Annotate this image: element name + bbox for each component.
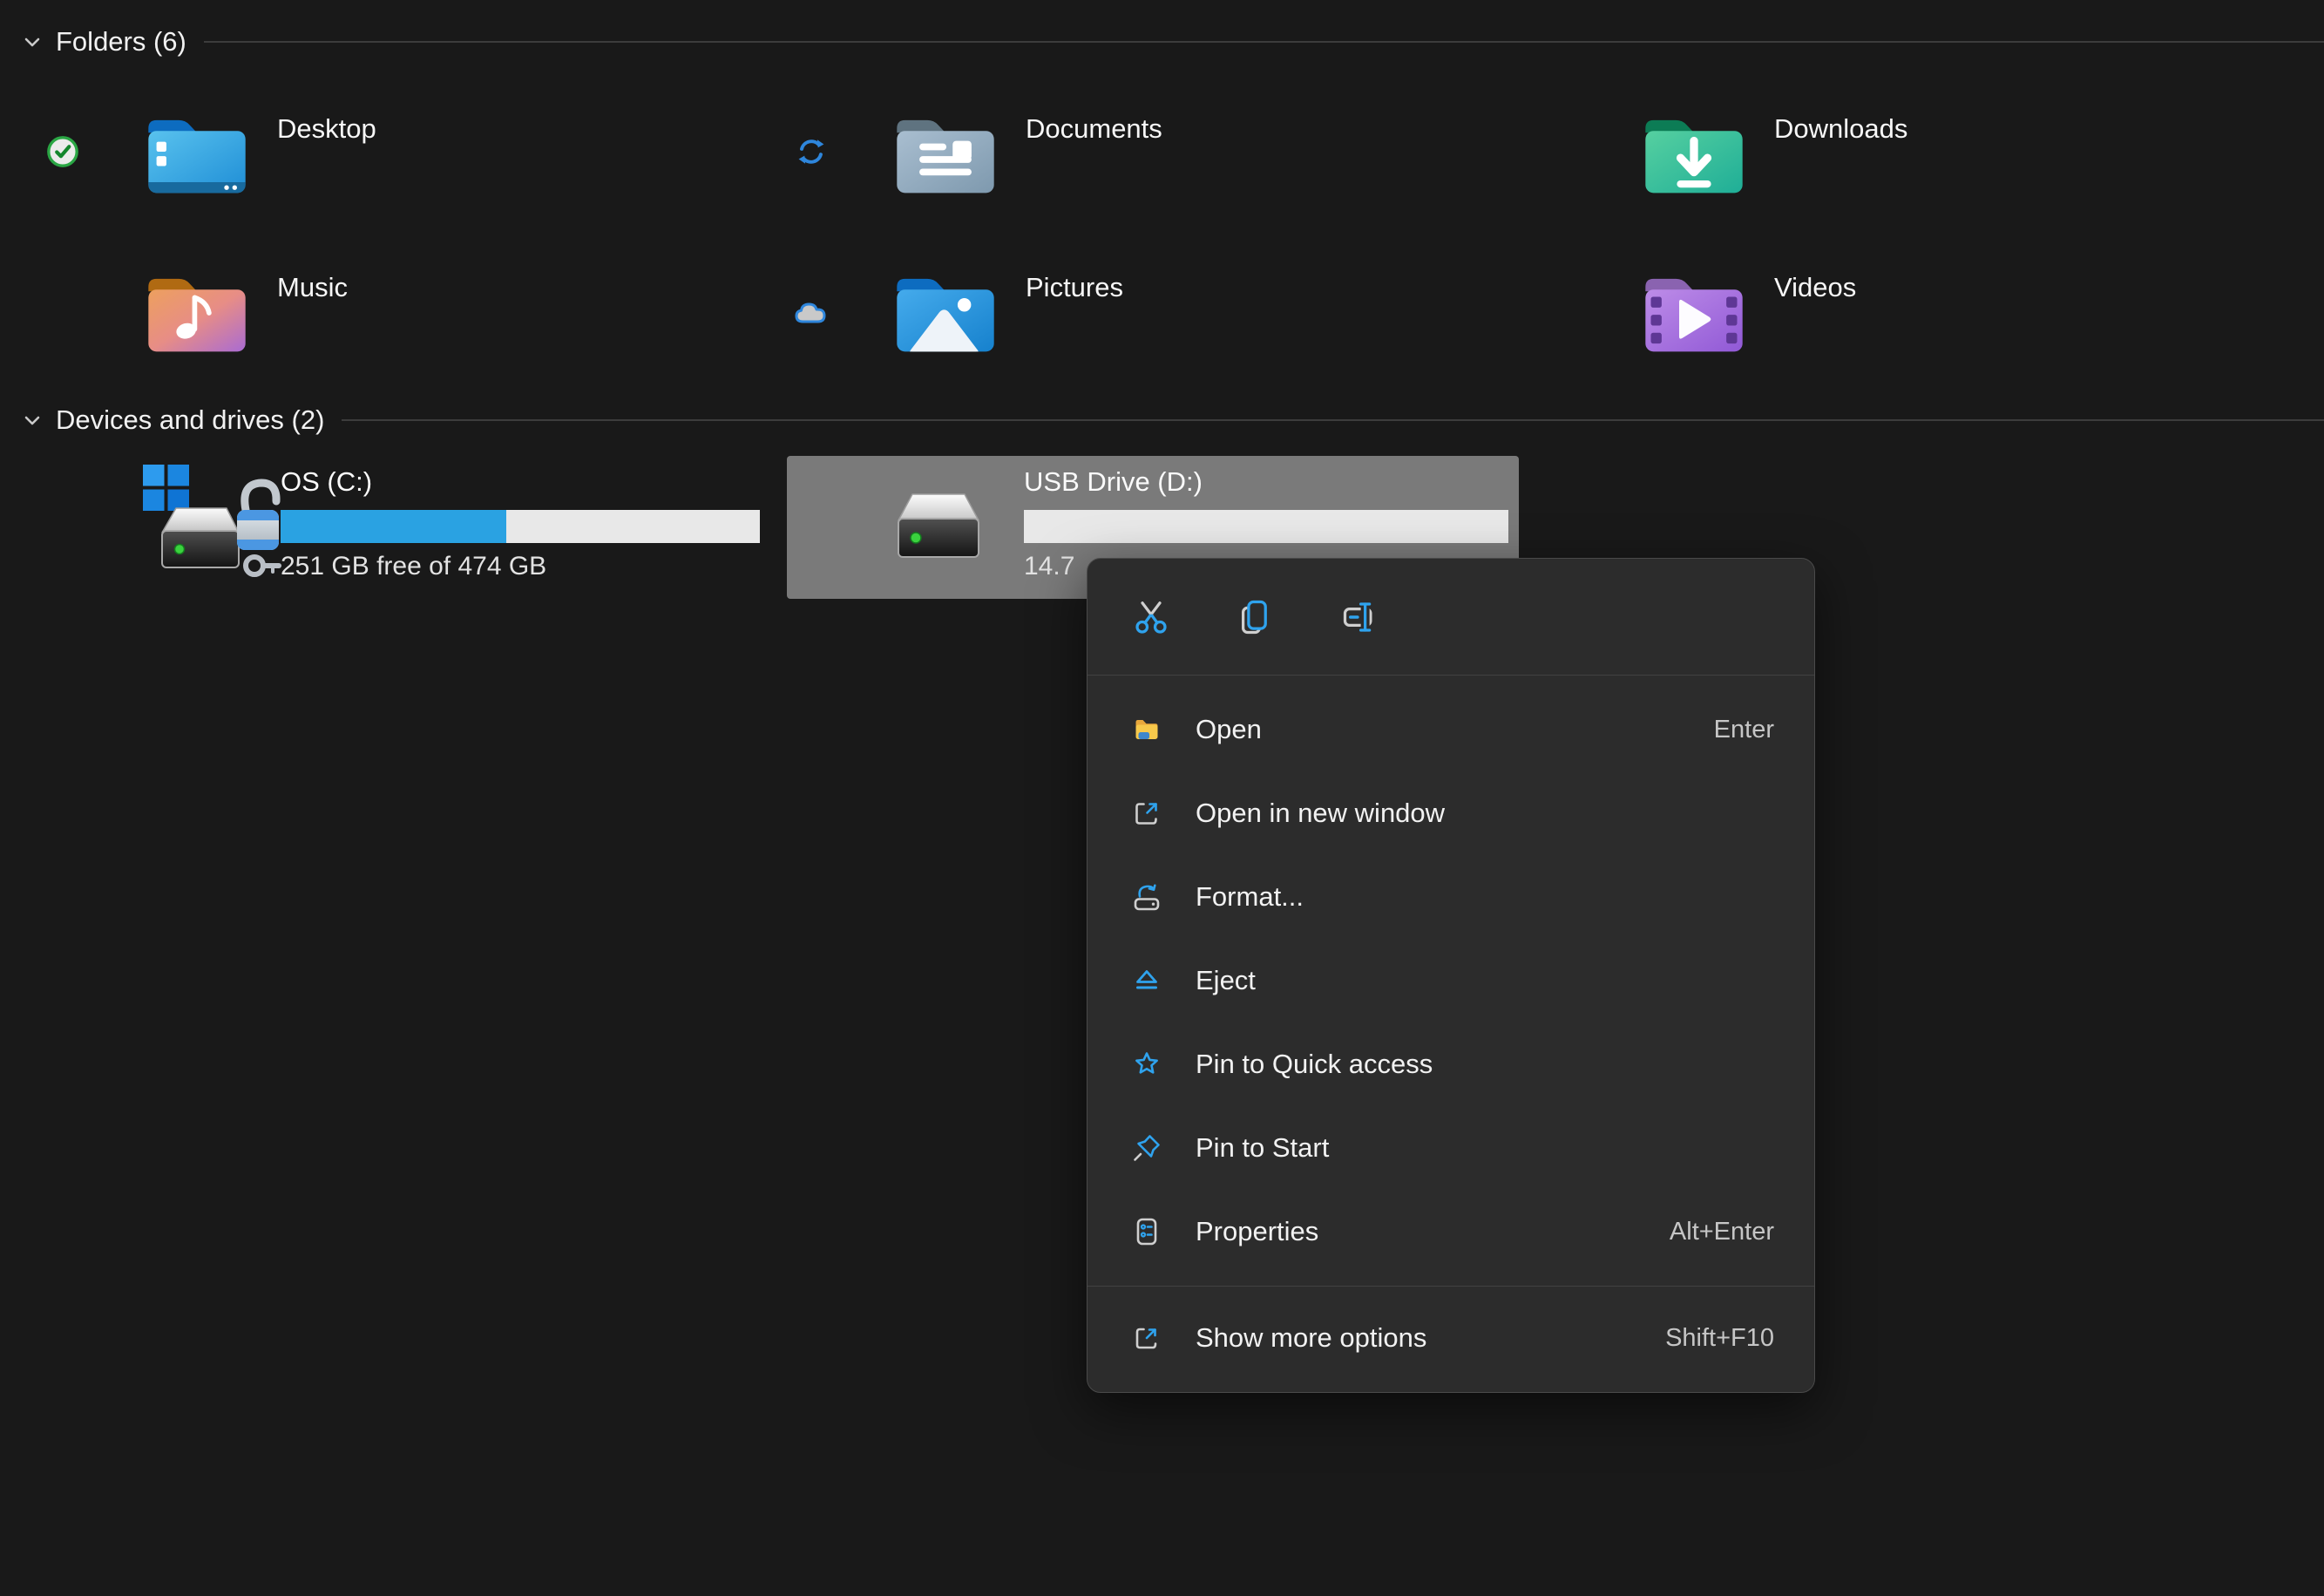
cut-icon[interactable]: [1129, 595, 1173, 639]
quick-actions-row: [1087, 559, 1814, 675]
menu-item-eject[interactable]: Eject: [1087, 939, 1814, 1022]
cloud-available-icon: [790, 289, 832, 331]
pictures-folder-icon: [888, 267, 1003, 357]
menu-item-label: Eject: [1196, 965, 1256, 995]
menu-items: Open Enter Open in new window Format... …: [1087, 688, 1814, 1273]
file-explorer-content: Folders (6) Desktop Documents Downloads …: [0, 0, 2324, 1596]
downloads-folder-icon: [1636, 108, 1751, 199]
copy-icon[interactable]: [1234, 595, 1277, 639]
section-divider: [203, 41, 2324, 43]
drive-usage-bar-fill: [281, 510, 506, 543]
folder-label: Videos: [1774, 272, 1857, 302]
menu-item-show-more-options[interactable]: Show more options Shift+F10: [1087, 1296, 1814, 1380]
pin-quick-access-star-icon: [1129, 1047, 1164, 1082]
menu-item-label: Format...: [1196, 881, 1304, 912]
folder-label: Documents: [1026, 113, 1162, 144]
folder-label: Desktop: [277, 113, 376, 144]
folders-section-header: Folders (6): [19, 23, 2324, 61]
context-menu: Open Enter Open in new window Format... …: [1087, 558, 1815, 1393]
menu-item-format[interactable]: Format...: [1087, 855, 1814, 939]
drive-name: USB Drive (D:): [1024, 466, 1203, 497]
menu-item-label: Show more options: [1196, 1322, 1427, 1353]
videos-folder-icon: [1636, 267, 1751, 357]
menu-divider: [1087, 675, 1814, 676]
menu-item-pin-to-start[interactable]: Pin to Start: [1087, 1106, 1814, 1190]
devices-section-header: Devices and drives (2): [19, 401, 2324, 439]
menu-item-label: Open: [1196, 714, 1262, 744]
menu-item-shortcut: Shift+F10: [1665, 1323, 1774, 1352]
menu-item-label: Pin to Start: [1196, 1132, 1330, 1163]
drive-item-os-c[interactable]: OS (C:) 251 GB free of 474 GB: [131, 456, 776, 599]
drive-name: OS (C:): [281, 466, 373, 497]
drive-usage-bar: [281, 510, 760, 543]
section-divider: [342, 419, 2324, 421]
menu-item-shortcut: Alt+Enter: [1669, 1217, 1774, 1246]
menu-item-properties[interactable]: Properties Alt+Enter: [1087, 1190, 1814, 1273]
folder-item-videos[interactable]: Videos: [1497, 255, 2194, 404]
devices-section-title: Devices and drives (2): [56, 404, 325, 435]
os-drive-bitlocker-icon: [134, 456, 282, 588]
menu-item-label: Properties: [1196, 1216, 1319, 1246]
properties-icon: [1129, 1214, 1164, 1249]
folder-label: Downloads: [1774, 113, 1908, 144]
menu-item-pin-to-quick-access[interactable]: Pin to Quick access: [1087, 1022, 1814, 1106]
open-folder-icon: [1129, 712, 1164, 747]
menu-item-label: Pin to Quick access: [1196, 1049, 1433, 1079]
menu-item-label: Open in new window: [1196, 798, 1446, 828]
documents-folder-icon: [888, 108, 1003, 199]
pin-to-start-icon: [1129, 1131, 1164, 1165]
drive-free-space-text: 14.7: [1024, 552, 1075, 581]
format-drive-icon: [1129, 879, 1164, 914]
folder-label: Pictures: [1026, 272, 1123, 302]
folder-item-desktop[interactable]: Desktop: [0, 96, 697, 246]
desktop-folder-icon: [139, 108, 254, 199]
chevron-down-icon[interactable]: [19, 29, 45, 55]
folder-item-documents[interactable]: Documents: [749, 96, 1446, 246]
chevron-down-icon[interactable]: [19, 407, 45, 433]
drive-usage-bar: [1024, 510, 1508, 543]
show-more-options-icon: [1129, 1321, 1164, 1355]
folder-item-pictures[interactable]: Pictures: [749, 255, 1446, 404]
menu-item-open-in-new-window[interactable]: Open in new window: [1087, 771, 1814, 855]
menu-divider: [1087, 1286, 1814, 1287]
folder-label: Music: [277, 272, 348, 302]
rename-icon[interactable]: [1338, 595, 1382, 639]
usb-drive-icon: [881, 475, 996, 573]
music-folder-icon: [139, 267, 254, 357]
eject-icon: [1129, 963, 1164, 998]
folder-item-music[interactable]: Music: [0, 255, 697, 404]
menu-item-open[interactable]: Open Enter: [1087, 688, 1814, 771]
folder-item-downloads[interactable]: Downloads: [1497, 96, 2194, 246]
sync-in-progress-icon: [790, 131, 832, 173]
sync-complete-check-icon: [42, 131, 84, 173]
open-new-window-icon: [1129, 796, 1164, 831]
drive-free-space-text: 251 GB free of 474 GB: [281, 552, 547, 581]
folders-section-title: Folders (6): [56, 26, 186, 57]
menu-item-shortcut: Enter: [1713, 715, 1774, 744]
